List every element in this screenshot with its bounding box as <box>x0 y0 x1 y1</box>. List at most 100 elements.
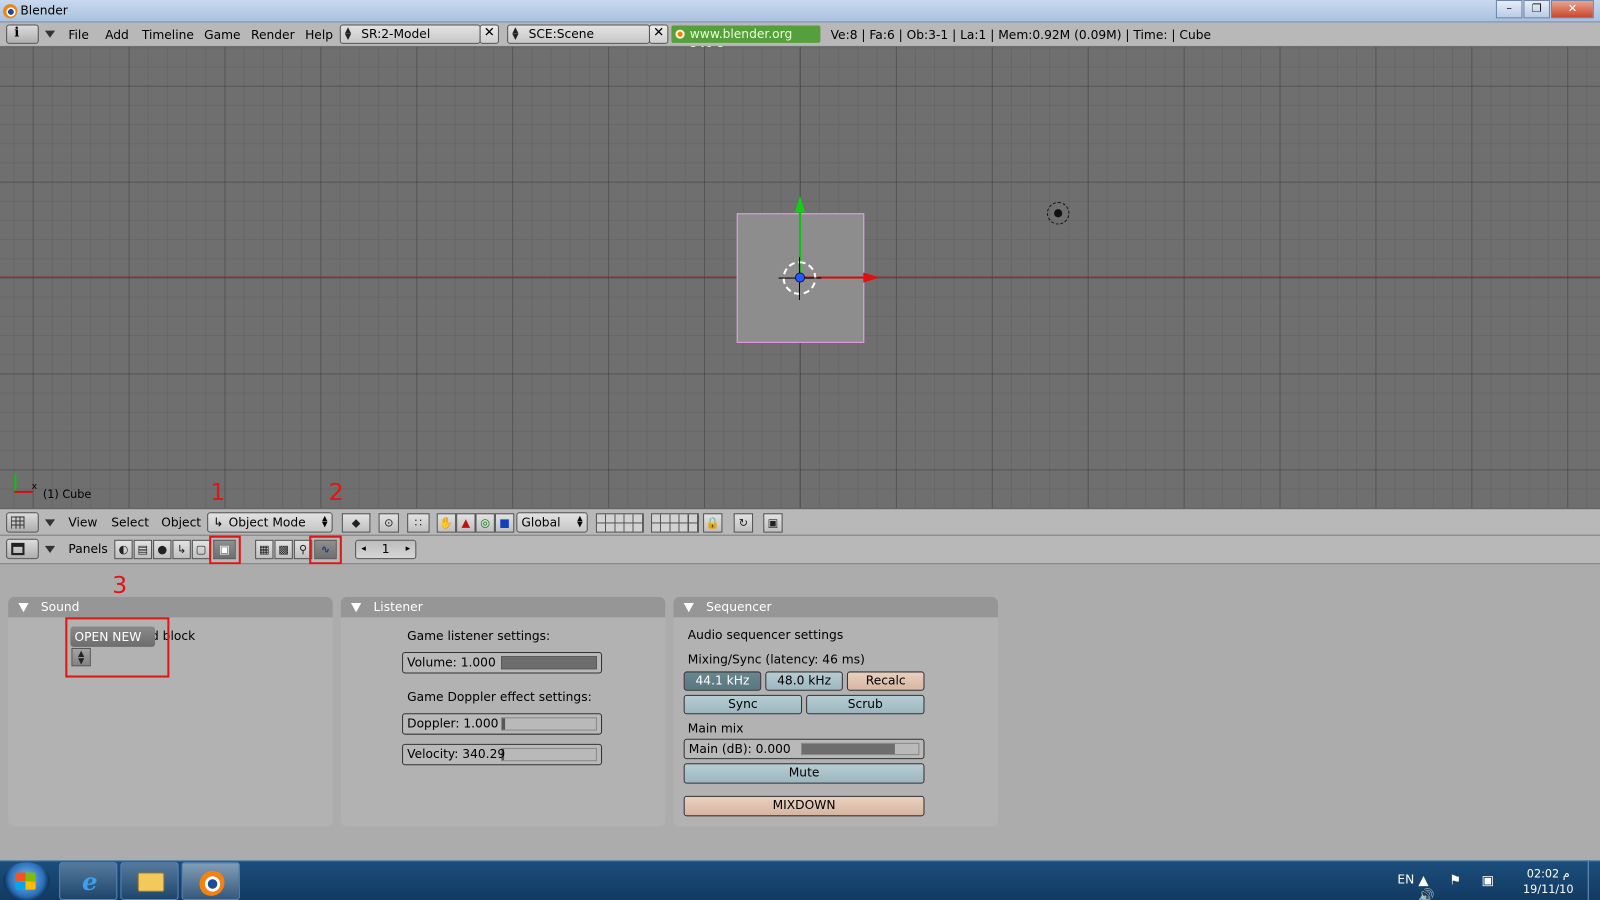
sequencer-panel: Sequencer Audio sequencer settings Mixin… <box>673 596 998 827</box>
object-origin-icon <box>794 272 806 283</box>
sound-panel-header[interactable]: Sound <box>8 596 333 618</box>
menu-object[interactable]: Object <box>161 515 201 529</box>
lamp-object-icon[interactable] <box>1046 202 1070 225</box>
language-indicator[interactable]: EN <box>1397 872 1414 886</box>
3d-viewport[interactable]: x (1) Cube 1 2 <box>0 46 1600 509</box>
collapse-triangle-icon[interactable] <box>18 603 29 613</box>
collapse-triangle-icon[interactable] <box>683 603 694 613</box>
minimize-button[interactable]: – <box>1495 0 1523 19</box>
start-button[interactable] <box>3 862 50 900</box>
delete-screen-button[interactable]: ✕ <box>479 24 499 44</box>
menu-timeline[interactable]: Timeline <box>142 28 194 42</box>
menu-file[interactable]: File <box>68 28 89 42</box>
script-icon: ▤ <box>137 542 149 557</box>
main-mix-label: Main mix <box>687 721 744 736</box>
header-collapse-icon[interactable] <box>44 519 56 527</box>
3d-view-header: View Select Object ↳ Object Mode ▲ ▼ ◆ ⊙ … <box>0 508 1600 536</box>
header-collapse-icon[interactable] <box>44 545 56 554</box>
menu-panels[interactable]: Panels <box>68 542 107 556</box>
manipulator-toggle-button[interactable]: ✋ <box>436 513 457 533</box>
menu-add[interactable]: Add <box>105 28 129 42</box>
proportional-button[interactable]: ∷ <box>407 513 430 533</box>
windows-logo-icon <box>15 872 36 890</box>
window-controls: – ❐ ✕ <box>1495 0 1594 19</box>
layer-buttons-group-1[interactable] <box>595 513 644 533</box>
maximize-button[interactable]: ❐ <box>1523 0 1550 19</box>
collapse-triangle-icon[interactable] <box>351 603 362 613</box>
menu-select[interactable]: Select <box>111 515 149 529</box>
screen-select[interactable]: ▲ ▼ SR:2-Model <box>339 24 481 44</box>
sphere-icon: ● <box>157 542 168 557</box>
mixdown-button[interactable]: MIXDOWN <box>683 795 925 817</box>
menu-view[interactable]: View <box>68 515 97 529</box>
refresh-icon: ↻ <box>738 516 749 530</box>
menu-game[interactable]: Game <box>204 28 240 42</box>
show-desktop-button[interactable] <box>1587 861 1600 900</box>
anim-buttons-button[interactable]: ▩ <box>274 539 293 560</box>
velocity-slider[interactable]: Velocity: 340.29 <box>402 743 603 766</box>
frame-number-field[interactable]: ◂ 1 ▸ <box>355 539 417 560</box>
editing-context-button[interactable]: ▢ <box>191 539 211 560</box>
volume-fill <box>502 657 596 669</box>
solid-draw-icon: ◆ <box>351 516 361 530</box>
clock[interactable]: 02:02 م 19/11/10 <box>1523 866 1573 897</box>
translate-manipulator-button[interactable]: ▲ <box>456 513 476 533</box>
rate-48-button[interactable]: 48.0 kHz <box>765 671 843 691</box>
draw-type-button[interactable]: ◆ <box>341 513 371 533</box>
menu-render[interactable]: Render <box>251 28 295 42</box>
buttons-window-icon <box>11 542 25 556</box>
volume-slider[interactable]: Volume: 1.000 <box>402 652 603 674</box>
sync-button[interactable]: Sync <box>683 694 803 715</box>
updown-arrows-icon: ▲ ▼ <box>322 514 328 529</box>
doppler-fill <box>502 718 506 730</box>
scrub-button[interactable]: Scrub <box>806 694 925 715</box>
tray-icons[interactable]: ▲ ⚑ ▣ 🔊 <box>1418 873 1508 900</box>
taskbar-internet-explorer[interactable]: e <box>59 862 118 900</box>
sequencer-panel-header[interactable]: Sequencer <box>673 596 998 618</box>
close-button[interactable]: ✕ <box>1551 0 1594 19</box>
window-type-button[interactable]: i <box>6 24 39 44</box>
gizmo-y-arrow-icon[interactable] <box>794 195 806 213</box>
window-type-button[interactable] <box>6 512 39 533</box>
orientation-select[interactable]: Global ▲ ▼ <box>516 512 588 533</box>
logic-context-button[interactable]: ◐ <box>114 539 133 560</box>
refresh-button[interactable]: ↻ <box>733 513 754 533</box>
film-icon: ▩ <box>278 542 289 557</box>
window-type-button[interactable] <box>6 538 39 560</box>
picture-icon: ▣ <box>767 516 779 530</box>
arrow-left-icon: ◂ <box>361 543 366 555</box>
scale-manipulator-button[interactable]: ■ <box>494 513 515 533</box>
delete-scene-button[interactable]: ✕ <box>648 24 669 44</box>
folder-icon <box>137 872 165 892</box>
recalc-button[interactable]: Recalc <box>846 671 925 691</box>
render-preview-button[interactable]: ▣ <box>763 513 783 533</box>
header-collapse-icon[interactable] <box>44 30 56 38</box>
system-tray: EN ▲ ⚑ ▣ 🔊 02:02 م 19/11/10 <box>1365 861 1589 900</box>
object-context-button[interactable]: ↳ <box>172 539 191 560</box>
main-db-slider[interactable]: Main (dB): 0.000 <box>683 738 925 760</box>
menu-help[interactable]: Help <box>305 28 333 42</box>
listener-panel-header[interactable]: Listener <box>340 596 666 618</box>
blender-url-badge[interactable]: www.blender.org 249.2 <box>671 25 821 58</box>
info-icon: i <box>14 25 20 41</box>
gizmo-x-arrow-icon[interactable] <box>863 272 880 283</box>
layer-buttons-group-2[interactable] <box>651 513 699 533</box>
annotation-highlight-2 <box>309 535 342 565</box>
updown-arrows-icon: ▲ ▼ <box>512 25 519 41</box>
doppler-slider[interactable]: Doppler: 1.000 <box>402 713 603 735</box>
script-context-button[interactable]: ▤ <box>133 539 153 560</box>
lock-icon: 🔒 <box>705 516 720 530</box>
scene-name: SCE:Scene <box>528 26 595 41</box>
blender-logo-icon <box>675 29 685 39</box>
lock-layers-button[interactable]: 🔒 <box>703 513 723 533</box>
rate-44-button[interactable]: 44.1 kHz <box>683 671 762 691</box>
rotate-manipulator-button[interactable]: ◎ <box>475 513 495 533</box>
pivot-button[interactable]: ⊙ <box>378 513 399 533</box>
taskbar-explorer[interactable] <box>120 862 179 900</box>
shading-context-button[interactable]: ● <box>153 539 172 560</box>
taskbar-blender[interactable] <box>181 862 240 900</box>
scene-select[interactable]: ▲ ▼ SCE:Scene <box>507 24 650 44</box>
render-buttons-button[interactable]: ▦ <box>255 539 274 560</box>
mute-button[interactable]: Mute <box>683 763 925 784</box>
mode-select[interactable]: ↳ Object Mode ▲ ▼ <box>207 512 333 533</box>
